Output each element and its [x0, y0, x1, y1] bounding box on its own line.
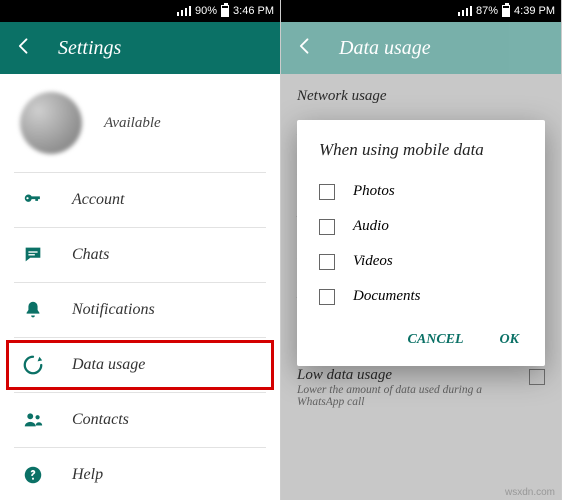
- settings-item-contacts[interactable]: Contacts: [0, 393, 280, 447]
- profile-row[interactable]: Available: [0, 74, 280, 172]
- settings-item-data-usage[interactable]: Data usage: [0, 338, 280, 392]
- low-data-usage-row[interactable]: Low data usage Lower the amount of data …: [297, 367, 545, 408]
- settings-item-notifications[interactable]: Notifications: [0, 283, 280, 337]
- ok-button[interactable]: OK: [496, 324, 523, 356]
- bell-icon: [22, 299, 44, 321]
- settings-item-account[interactable]: Account: [0, 173, 280, 227]
- signal-icon: [177, 6, 191, 16]
- low-data-desc: Lower the amount of data used during a W…: [297, 384, 519, 408]
- mobile-data-dialog: When using mobile data Photos Audio Videos…: [297, 120, 545, 366]
- app-bar: Data usage: [281, 22, 561, 74]
- dialog-option-label: Audio: [353, 218, 389, 235]
- settings-item-label: Data usage: [72, 356, 145, 374]
- dialog-option-photos[interactable]: Photos: [319, 174, 523, 209]
- low-data-checkbox[interactable]: [529, 369, 545, 385]
- battery-pct: 87%: [476, 5, 498, 17]
- cancel-button[interactable]: CANCEL: [404, 324, 468, 356]
- dialog-actions: CANCEL OK: [319, 324, 523, 356]
- dialog-option-label: Photos: [353, 183, 395, 200]
- low-data-label: Low data usage: [297, 367, 519, 384]
- signal-icon: [458, 6, 472, 16]
- battery-pct: 90%: [195, 5, 217, 17]
- app-bar: Settings: [0, 22, 280, 74]
- profile-status: Available: [104, 115, 161, 132]
- dialog-option-documents[interactable]: Documents: [319, 279, 523, 314]
- settings-item-label: Contacts: [72, 411, 129, 429]
- settings-item-label: Chats: [72, 246, 109, 264]
- checkbox[interactable]: [319, 254, 335, 270]
- battery-icon: [502, 5, 510, 17]
- contacts-icon: [22, 409, 44, 431]
- dialog-option-label: Videos: [353, 253, 393, 270]
- status-bar: 90% 3:46 PM: [0, 0, 280, 22]
- chat-icon: [22, 244, 44, 266]
- status-time: 4:39 PM: [514, 5, 555, 17]
- settings-item-help[interactable]: Help: [0, 448, 280, 500]
- avatar: [20, 92, 82, 154]
- back-icon[interactable]: [295, 36, 315, 61]
- app-bar-title: Settings: [58, 37, 121, 60]
- dialog-option-label: Documents: [353, 288, 421, 305]
- help-icon: [22, 464, 44, 486]
- phone-right: 87% 4:39 PM Data usage Network usage Med…: [281, 0, 562, 500]
- checkbox[interactable]: [319, 219, 335, 235]
- status-time: 3:46 PM: [233, 5, 274, 17]
- settings-item-chats[interactable]: Chats: [0, 228, 280, 282]
- dialog-title: When using mobile data: [319, 140, 523, 160]
- dialog-option-videos[interactable]: Videos: [319, 244, 523, 279]
- checkbox[interactable]: [319, 289, 335, 305]
- checkbox[interactable]: [319, 184, 335, 200]
- battery-icon: [221, 5, 229, 17]
- app-bar-title: Data usage: [339, 37, 431, 60]
- phone-left: 90% 3:46 PM Settings Available Account Ch…: [0, 0, 281, 500]
- data-icon: [22, 354, 44, 376]
- key-icon: [22, 189, 44, 211]
- settings-item-label: Help: [72, 466, 103, 484]
- settings-list: Account Chats Notifications Data usage Conta…: [0, 173, 280, 500]
- settings-item-label: Account: [72, 191, 124, 209]
- settings-item-label: Notifications: [72, 301, 155, 319]
- dialog-option-audio[interactable]: Audio: [319, 209, 523, 244]
- network-usage-row[interactable]: Network usage: [297, 88, 545, 105]
- back-icon[interactable]: [14, 36, 34, 61]
- status-bar: 87% 4:39 PM: [281, 0, 561, 22]
